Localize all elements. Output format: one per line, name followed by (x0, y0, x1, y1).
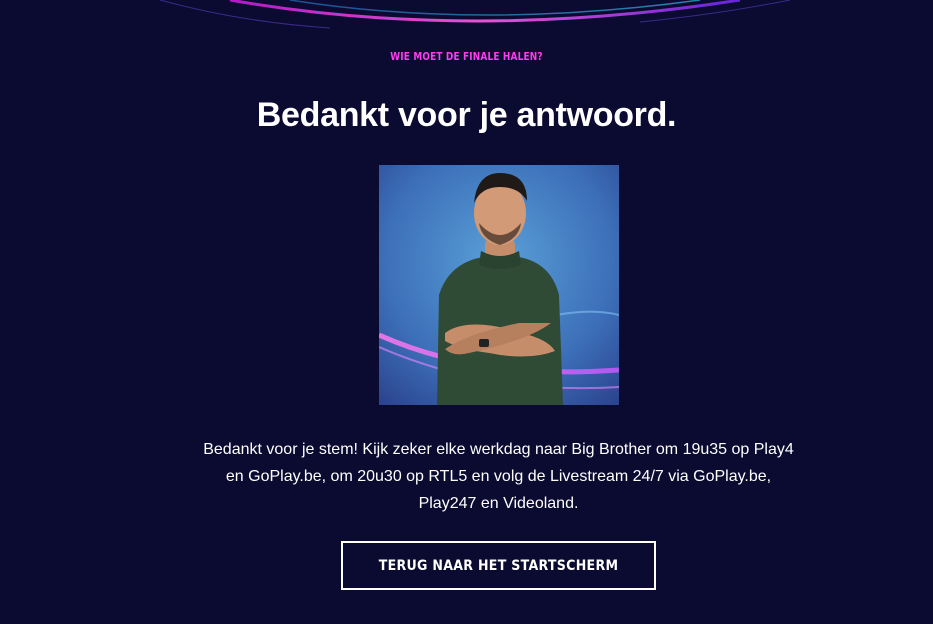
candidate-portrait-image (379, 165, 619, 405)
candidate-photo (379, 165, 619, 405)
poll-question-label: WIE MOET DE FINALE HALEN? (390, 50, 543, 63)
page: WIE MOET DE FINALE HALEN? Bedankt voor j… (0, 0, 933, 624)
thank-you-message: Bedankt voor je stem! Kijk zeker elke we… (203, 441, 794, 512)
page-title: Bedankt voor je antwoord. (256, 96, 677, 134)
top-light-arcs (159, 0, 791, 29)
back-to-start-button[interactable]: TERUG NAAR HET STARTSCHERM (341, 541, 656, 590)
